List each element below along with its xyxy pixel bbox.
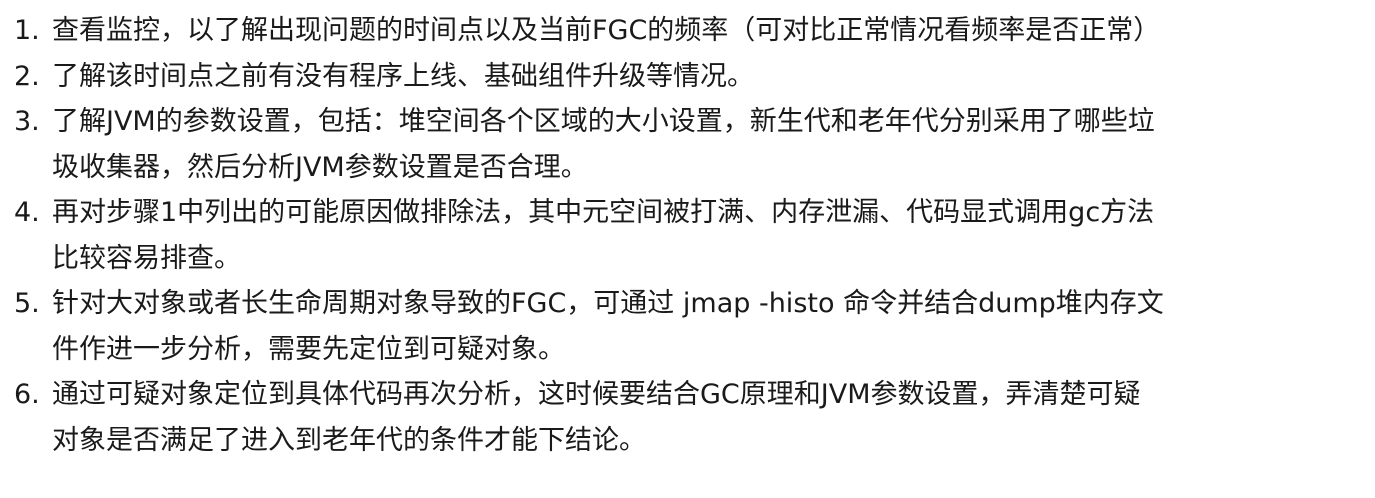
step-2: 2. 了解该时间点之前有没有程序上线、基础组件升级等情况。 (14, 54, 1359, 100)
step-number: 6. (14, 379, 40, 410)
step-number: 4. (14, 197, 40, 228)
step-text: 通过可疑对象定位到具体代码再次分析，这时候要结合GC原理和JVM参数设置，弄清楚… (52, 372, 1359, 463)
step-number: 2. (14, 60, 40, 92)
step-number: 1. (14, 15, 40, 46)
step-line: 查看监控，以了解出现问题的时间点以及当前FGC的频率（可对比正常情况看频率是否正… (52, 15, 1161, 46)
step-line: 再对步骤1中列出的可能原因做排除法，其中元空间被打满、内存泄漏、代码显式调用gc… (52, 197, 1155, 228)
step-line: 圾收集器，然后分析JVM参数设置是否合理。 (52, 151, 588, 183)
step-6: 6. 通过可疑对象定位到具体代码再次分析，这时候要结合GC原理和JVM参数设置，… (14, 372, 1359, 463)
step-text: 查看监控，以了解出现问题的时间点以及当前FGC的频率（可对比正常情况看频率是否正… (52, 8, 1359, 54)
step-number: 3. (14, 106, 40, 137)
step-4: 4. 再对步骤1中列出的可能原因做排除法，其中元空间被打满、内存泄漏、代码显式调… (14, 190, 1359, 281)
step-line: 比较容易排查。 (52, 242, 241, 274)
step-line: 了解JVM的参数设置，包括：堆空间各个区域的大小设置，新生代和老年代分别采用了哪… (52, 106, 1155, 137)
step-text: 了解JVM的参数设置，包括：堆空间各个区域的大小设置，新生代和老年代分别采用了哪… (52, 99, 1359, 190)
step-line: 件作进一步分析，需要先定位到可疑对象。 (52, 333, 565, 365)
fgc-troubleshooting-steps: 1. 查看监控，以了解出现问题的时间点以及当前FGC的频率（可对比正常情况看频率… (14, 8, 1359, 463)
step-text: 针对大对象或者长生命周期对象导致的FGC，可通过 jmap -histo 命令并… (52, 281, 1359, 372)
step-line: 通过可疑对象定位到具体代码再次分析，这时候要结合GC原理和JVM参数设置，弄清楚… (52, 379, 1141, 410)
step-1: 1. 查看监控，以了解出现问题的时间点以及当前FGC的频率（可对比正常情况看频率… (14, 8, 1359, 54)
step-3: 3. 了解JVM的参数设置，包括：堆空间各个区域的大小设置，新生代和老年代分别采… (14, 99, 1359, 190)
step-line: 了解该时间点之前有没有程序上线、基础组件升级等情况。 (52, 60, 754, 92)
step-5: 5. 针对大对象或者长生命周期对象导致的FGC，可通过 jmap -histo … (14, 281, 1359, 372)
step-text: 了解该时间点之前有没有程序上线、基础组件升级等情况。 (52, 54, 1359, 100)
step-number: 5. (14, 288, 40, 319)
step-line: 针对大对象或者长生命周期对象导致的FGC，可通过 jmap -histo 命令并… (52, 288, 1164, 319)
step-text: 再对步骤1中列出的可能原因做排除法，其中元空间被打满、内存泄漏、代码显式调用gc… (52, 190, 1359, 281)
step-line: 对象是否满足了进入到老年代的条件才能下结论。 (52, 424, 646, 456)
